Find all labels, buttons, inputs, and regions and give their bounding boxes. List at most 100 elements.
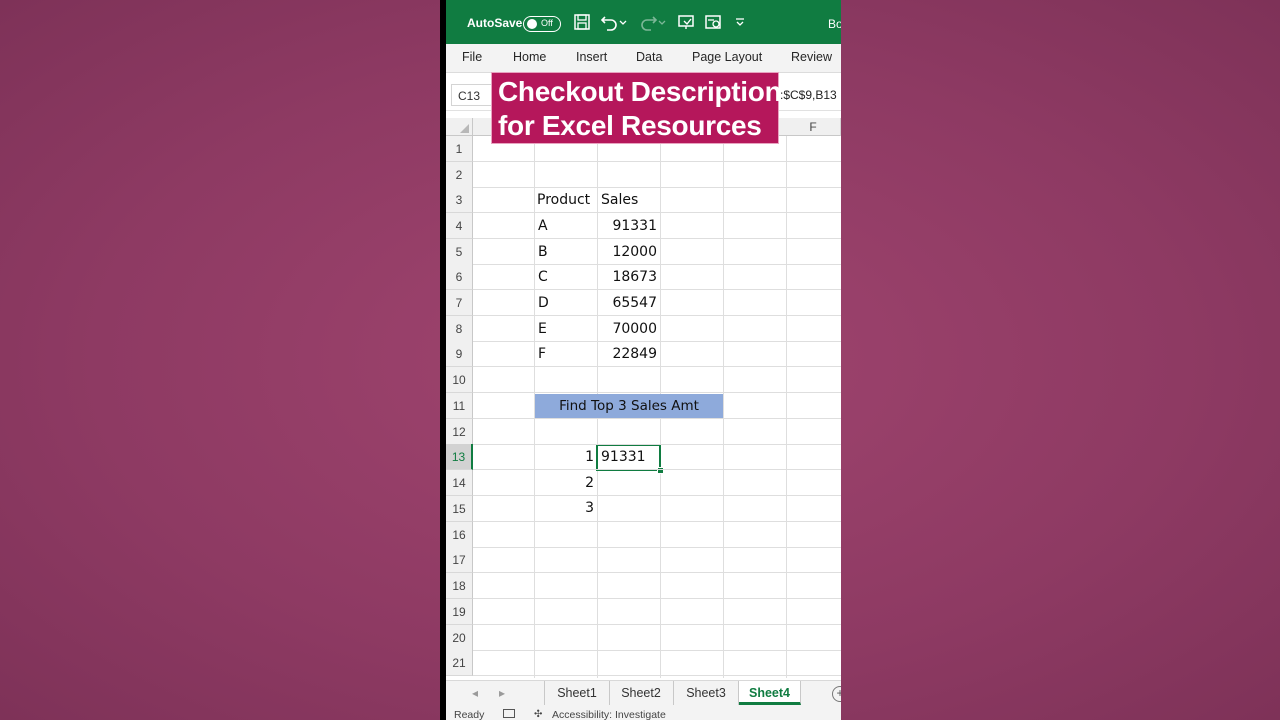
customize-toolbar-icon[interactable]: [734, 13, 746, 31]
gridline: [473, 598, 841, 599]
row-header-21[interactable]: 21: [446, 650, 473, 676]
row-header-14[interactable]: 14: [446, 470, 473, 496]
row-header-15[interactable]: 15: [446, 496, 473, 522]
row-header-12[interactable]: 12: [446, 419, 473, 445]
next-sheet-icon[interactable]: ▸: [499, 686, 505, 700]
gridline: [473, 315, 841, 316]
row-header-13[interactable]: 13: [446, 444, 473, 470]
sales-cell[interactable]: 91331: [598, 218, 657, 234]
gridline: [473, 495, 841, 496]
formula-input[interactable]: :$C$9,B13: [780, 88, 837, 102]
redo-icon[interactable]: [640, 13, 658, 31]
redo-dropdown-icon[interactable]: [658, 13, 666, 31]
gridline: [473, 187, 841, 188]
gridline: [473, 212, 841, 213]
product-cell[interactable]: E: [538, 321, 547, 337]
gridline: [473, 366, 841, 367]
status-ready: Ready: [454, 709, 485, 720]
caption-line-1: Checkout Description: [498, 76, 782, 107]
sales-cell[interactable]: 22849: [598, 346, 657, 362]
row-header-2[interactable]: 2: [446, 162, 473, 188]
gridline: [473, 444, 841, 445]
top3-banner-cell[interactable]: Find Top 3 Sales Amt: [535, 394, 723, 419]
sheet-tab-3[interactable]: Sheet3: [674, 681, 739, 705]
presentation-icon[interactable]: [677, 13, 695, 31]
tab-home[interactable]: Home: [513, 50, 546, 64]
gridline: [473, 392, 841, 393]
gridline: [786, 136, 787, 678]
tab-file[interactable]: File: [462, 50, 482, 64]
product-cell[interactable]: D: [538, 295, 549, 311]
worksheet-grid[interactable]: F Product Sales A B C D E F 91331 12000 …: [446, 118, 841, 678]
name-box[interactable]: C13: [451, 84, 495, 106]
row-header-18[interactable]: 18: [446, 573, 473, 599]
row-header-16[interactable]: 16: [446, 522, 473, 548]
row-header-5[interactable]: 5: [446, 239, 473, 265]
gridline: [473, 547, 841, 548]
row-header-1[interactable]: 1: [446, 136, 473, 162]
row-header-10[interactable]: 10: [446, 367, 473, 393]
sales-cell[interactable]: 12000: [598, 244, 657, 260]
sales-cell[interactable]: 18673: [598, 269, 657, 285]
gridline: [473, 418, 841, 419]
product-cell[interactable]: A: [538, 218, 548, 234]
row-header-3[interactable]: 3: [446, 187, 473, 213]
row-header-9[interactable]: 9: [446, 341, 473, 367]
row-header-19[interactable]: 19: [446, 599, 473, 625]
select-all-corner[interactable]: [446, 118, 473, 136]
title-bar: AutoSave Off Bo: [446, 0, 841, 44]
product-cell[interactable]: B: [538, 244, 548, 260]
tab-insert[interactable]: Insert: [576, 50, 607, 64]
gridline: [473, 161, 841, 162]
row-header-17[interactable]: 17: [446, 547, 473, 573]
ribbon-tabs: File Home Insert Data Page Layout Review: [446, 44, 841, 73]
autosave-toggle[interactable]: Off: [523, 16, 561, 32]
sheet-tab-2[interactable]: Sheet2: [609, 681, 674, 705]
cell-mode-icon[interactable]: [503, 709, 515, 718]
header-sales[interactable]: Sales: [601, 192, 638, 208]
row-header-6[interactable]: 6: [446, 264, 473, 290]
add-sheet-icon[interactable]: +: [832, 686, 841, 702]
sheet-tab-4-active[interactable]: Sheet4: [739, 681, 801, 705]
sales-cell[interactable]: 70000: [598, 321, 657, 337]
tab-data[interactable]: Data: [636, 50, 662, 64]
gridline: [473, 624, 841, 625]
tab-review[interactable]: Review: [791, 50, 832, 64]
document-title: Bo: [828, 17, 841, 31]
autosave-label: AutoSave: [467, 16, 523, 30]
status-accessibility[interactable]: Accessibility: Investigate: [552, 709, 666, 720]
rank-cell[interactable]: 2: [535, 475, 594, 491]
undo-icon[interactable]: [600, 13, 618, 31]
undo-dropdown-icon[interactable]: [619, 13, 627, 31]
tab-page-layout[interactable]: Page Layout: [692, 50, 762, 64]
rank-cell[interactable]: 3: [535, 500, 594, 516]
gridline: [473, 341, 841, 342]
caption-line-2: for Excel Resources: [498, 110, 762, 141]
rank-cell[interactable]: 1: [535, 449, 594, 465]
row-header-20[interactable]: 20: [446, 625, 473, 651]
toggle-knob: [527, 19, 537, 29]
row-header-4[interactable]: 4: [446, 213, 473, 239]
row-header-7[interactable]: 7: [446, 290, 473, 316]
prev-sheet-icon[interactable]: ◂: [472, 686, 478, 700]
column-header-f[interactable]: F: [786, 118, 841, 136]
gridline: [473, 238, 841, 239]
row-header-8[interactable]: 8: [446, 316, 473, 342]
sheet-tab-1[interactable]: Sheet1: [544, 681, 610, 705]
accessibility-icon[interactable]: ✣: [534, 709, 542, 720]
sales-cell[interactable]: 65547: [598, 295, 657, 311]
gridline: [473, 572, 841, 573]
product-cell[interactable]: F: [538, 346, 546, 362]
gridline: [473, 650, 841, 651]
gridline: [723, 136, 724, 678]
gridline: [473, 289, 841, 290]
form-icon[interactable]: [704, 13, 722, 31]
row-header-11[interactable]: 11: [446, 393, 473, 419]
gridline: [473, 675, 841, 676]
product-cell[interactable]: C: [538, 269, 548, 285]
sheet-tab-bar: ◂ ▸ Sheet1 Sheet2 Sheet3 Sheet4 +: [446, 680, 841, 707]
save-icon[interactable]: [573, 13, 591, 31]
result-cell-c13[interactable]: 91331: [601, 449, 646, 465]
header-product[interactable]: Product: [537, 192, 590, 208]
status-bar: Ready ✣ Accessibility: Investigate: [446, 706, 841, 720]
